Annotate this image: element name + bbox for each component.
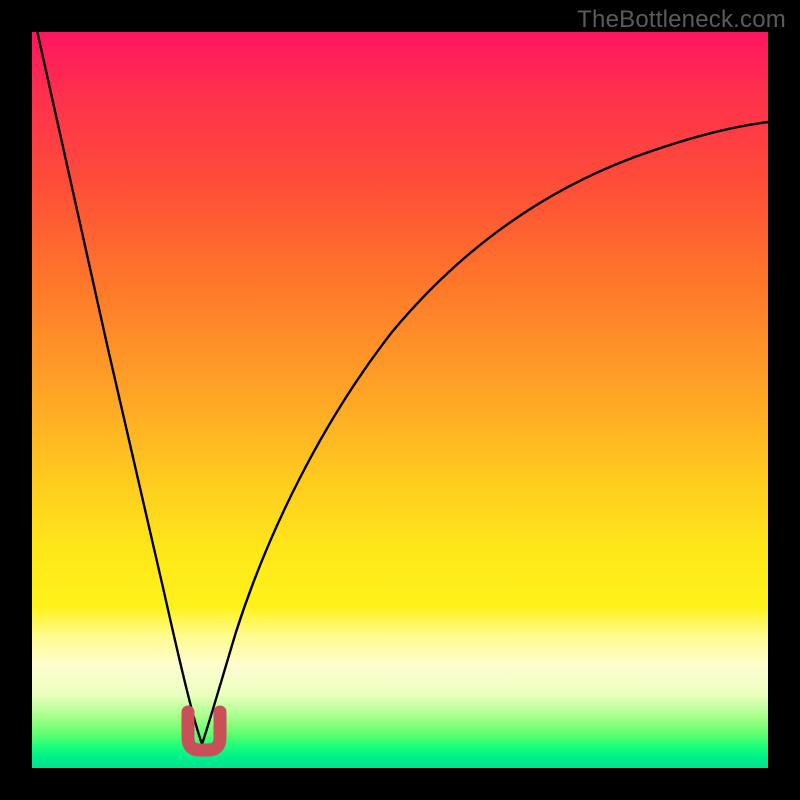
plot-area xyxy=(32,32,768,768)
curve-layer xyxy=(32,32,768,768)
minimum-marker-u xyxy=(188,712,220,750)
bottleneck-curve xyxy=(36,32,768,744)
watermark-text: TheBottleneck.com xyxy=(577,6,786,34)
chart-frame: TheBottleneck.com xyxy=(0,0,800,800)
